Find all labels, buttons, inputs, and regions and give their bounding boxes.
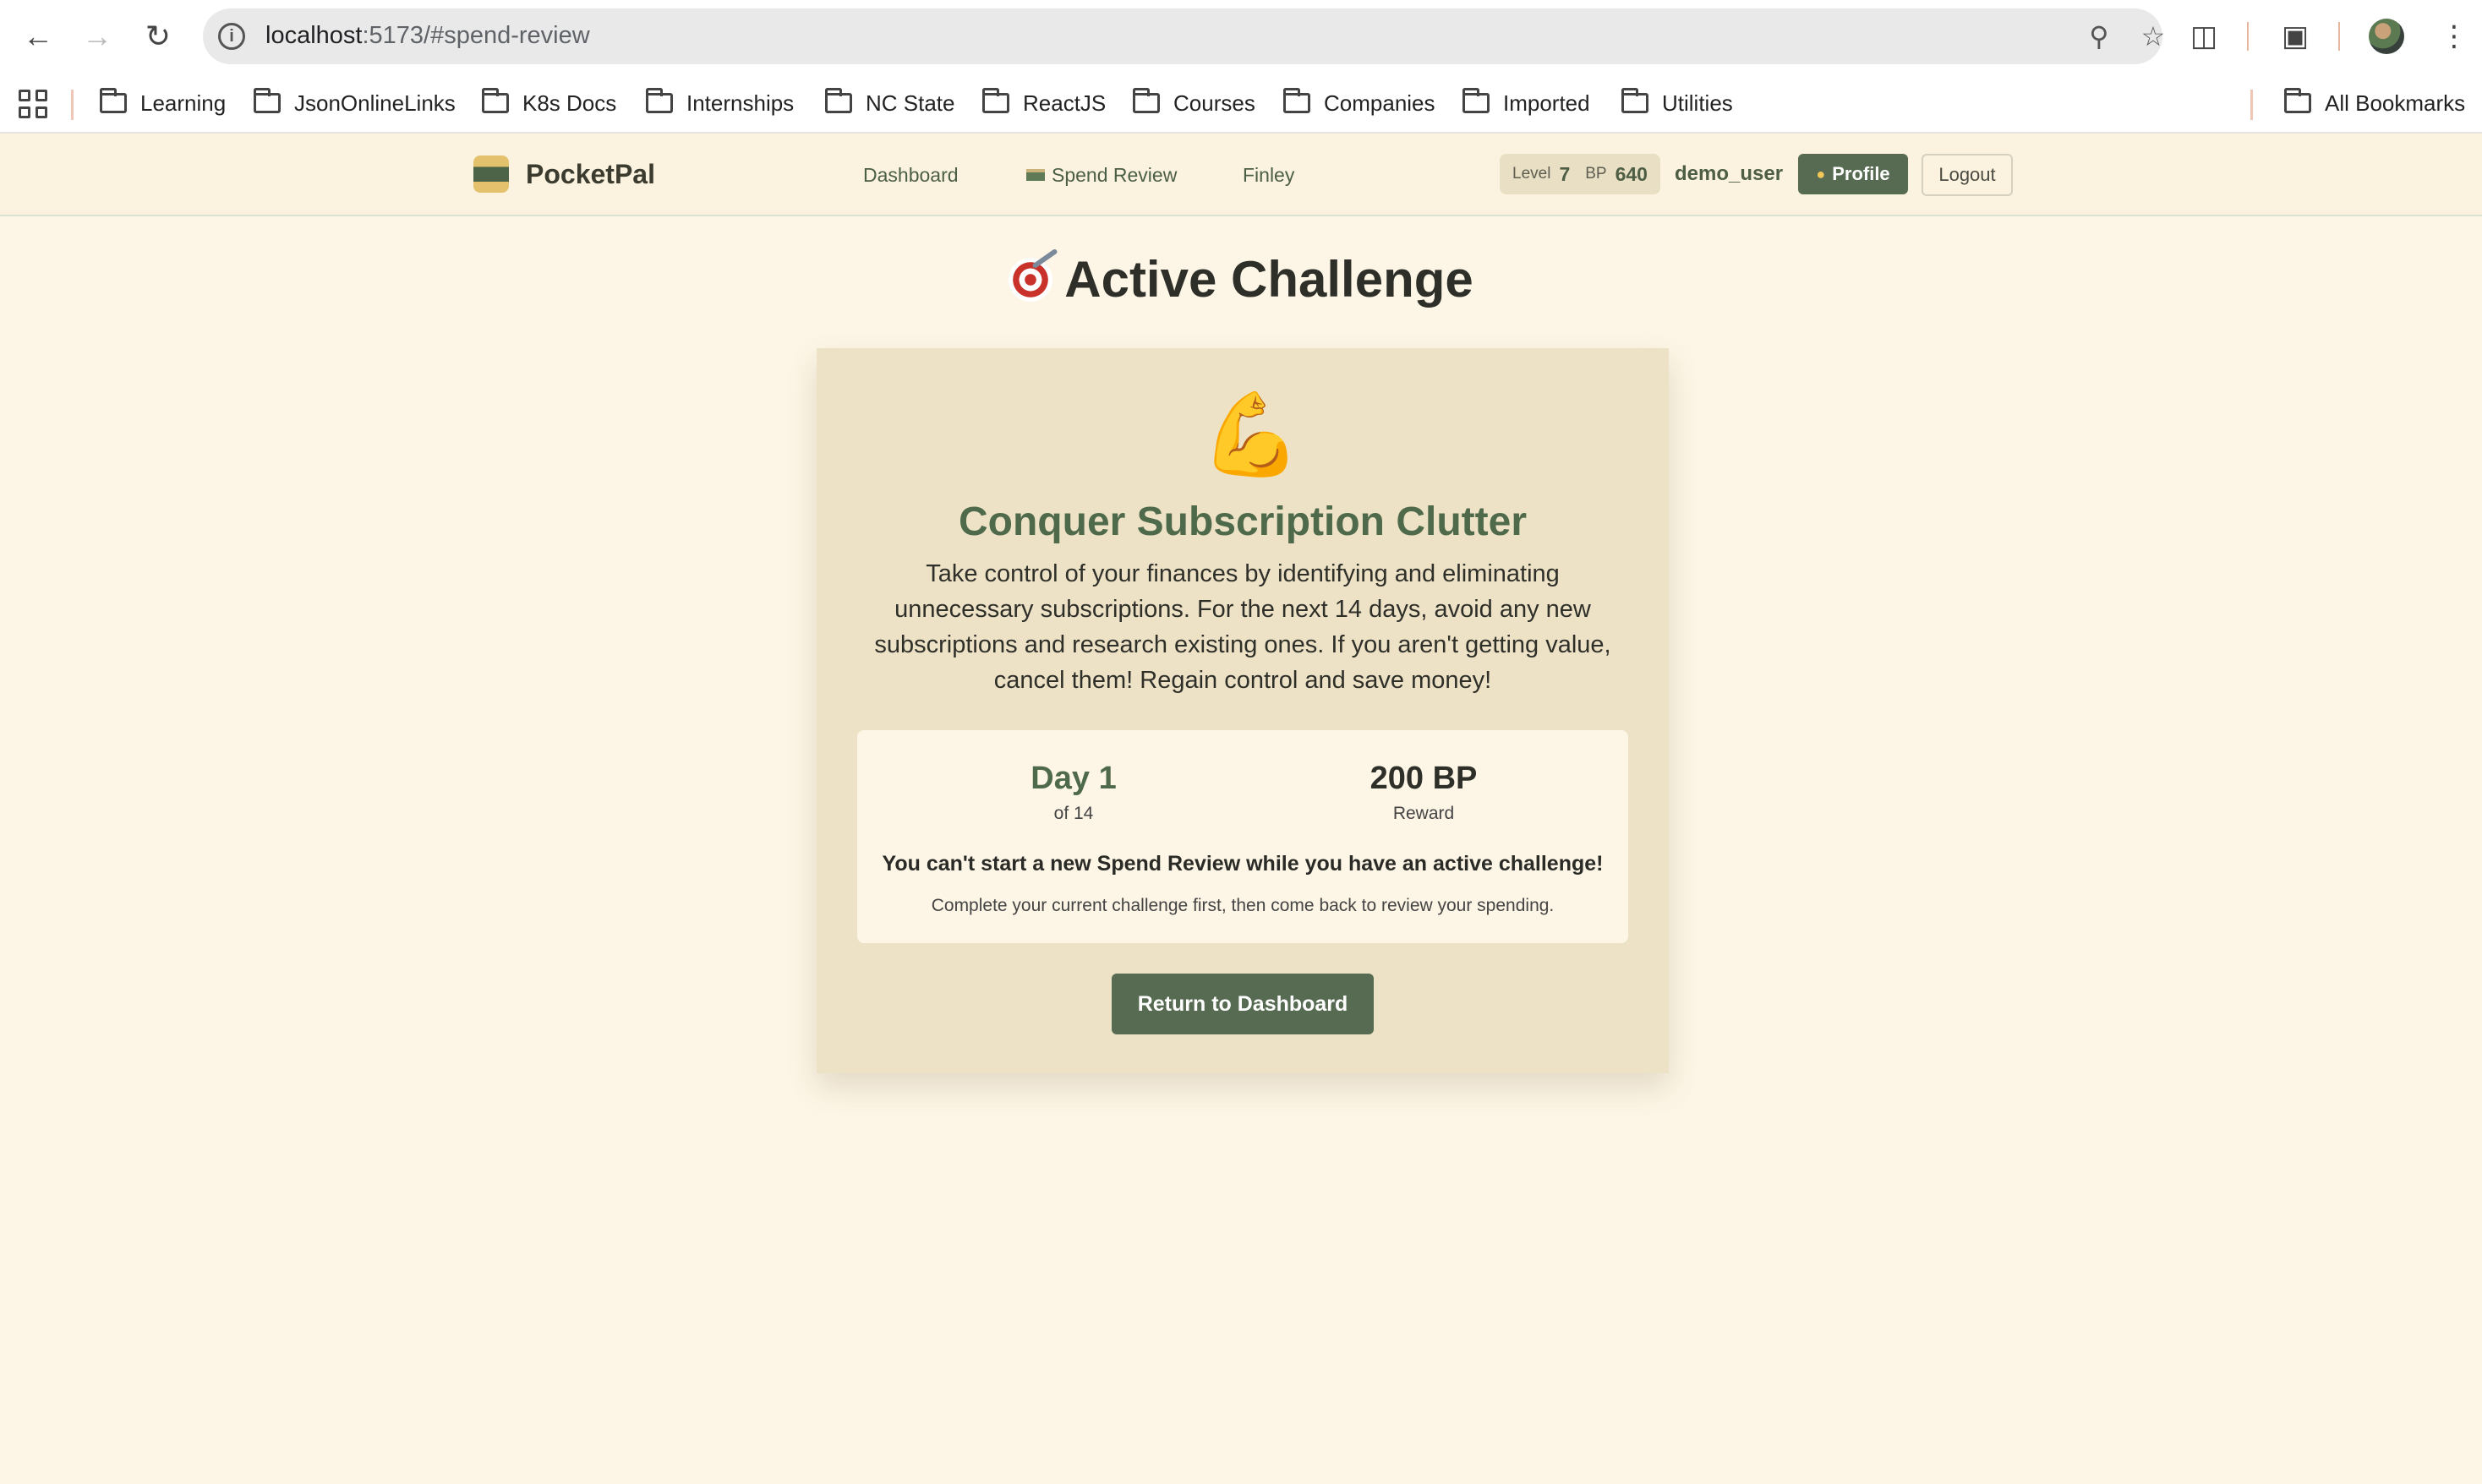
flexed-biceps-icon: 💪 (1200, 390, 1302, 480)
bookmark-folder[interactable]: Companies (1283, 88, 1435, 118)
bookmark-folder[interactable]: K8s Docs (482, 88, 616, 118)
menu-kebab-icon[interactable]: ⋮ (2433, 15, 2475, 57)
username: demo_user (1675, 162, 1784, 185)
target-icon (1009, 257, 1053, 302)
folder-icon (1283, 88, 1310, 113)
app-header: PocketPal Dashboard Spend Review Finley … (0, 134, 2482, 216)
folder-icon (482, 88, 509, 113)
browser-toolbar: ← → ↻ i localhost:5173/#spend-review ⚲ ☆… (0, 0, 2482, 73)
challenge-title: Conquer Subscription Clutter (959, 499, 1527, 544)
page-title: Active Challenge (0, 250, 2482, 308)
challenge-card: 💪 Conquer Subscription Clutter Take cont… (817, 348, 1669, 1073)
bookmarks-divider (2250, 90, 2253, 120)
zoom-icon[interactable]: ⚲ (2081, 19, 2117, 54)
bp-value: 640 (1615, 162, 1648, 185)
bookmark-folder[interactable]: Imported (1462, 88, 1590, 118)
back-icon[interactable]: ← (17, 15, 59, 57)
day-value: Day 1 (1031, 761, 1117, 796)
day-total: of 14 (1053, 804, 1094, 823)
bookmark-folder[interactable]: Learning (100, 88, 226, 118)
bookmarks-divider (71, 90, 74, 120)
pocketpal-logo-icon[interactable] (473, 155, 509, 193)
money-bag-icon: ● (1816, 165, 1826, 183)
profile-avatar[interactable] (2369, 19, 2404, 54)
toolbar-divider (2247, 22, 2249, 51)
profile-button[interactable]: ● Profile (1798, 154, 1908, 194)
folder-icon (254, 88, 281, 113)
warning-detail: Complete your current challenge first, t… (931, 896, 1555, 915)
toolbar-divider (2338, 22, 2340, 51)
reward-value: 200 BP (1369, 761, 1478, 796)
bookmarks-bar: Learning JsonOnlineLinks K8s Docs Intern… (0, 73, 2482, 134)
return-to-dashboard-button[interactable]: Return to Dashboard (1112, 974, 1374, 1034)
url-text[interactable]: localhost:5173/#spend-review (265, 22, 590, 50)
bookmark-folder[interactable]: JsonOnlineLinks (254, 88, 456, 118)
level-value: 7 (1559, 162, 1571, 185)
active-challenge-warning: You can't start a new Spend Review while… (882, 852, 1604, 876)
bookmark-folder[interactable]: Courses (1133, 88, 1255, 118)
bookmark-star-icon[interactable]: ☆ (2135, 19, 2171, 54)
bookmark-folder[interactable]: NC State (825, 88, 955, 118)
extensions-icon[interactable]: ◫ (2183, 15, 2225, 57)
challenge-description: Take control of your finances by identif… (874, 560, 1611, 694)
folder-icon (1133, 88, 1160, 113)
bp-label: BP (1585, 165, 1607, 183)
site-info-icon[interactable]: i (218, 23, 245, 50)
folder-icon (1621, 88, 1648, 113)
credit-card-icon (1026, 169, 1045, 181)
folder-icon (646, 88, 673, 113)
brand-name[interactable]: PocketPal (526, 159, 655, 190)
tab-search-icon[interactable]: ▣ (2274, 15, 2316, 57)
apps-grid-icon[interactable] (19, 90, 47, 118)
nav-dashboard[interactable]: Dashboard (863, 164, 959, 187)
logout-button[interactable]: Logout (1922, 154, 2013, 196)
reload-icon[interactable]: ↻ (137, 15, 179, 57)
level-bp-badge: Level 7 BP 640 (1500, 154, 1660, 194)
bookmark-folder[interactable]: Utilities (1621, 88, 1733, 118)
folder-icon (825, 88, 852, 113)
folder-icon (2284, 88, 2311, 113)
address-bar[interactable]: i localhost:5173/#spend-review ⚲ ☆ (203, 8, 2165, 64)
forward-icon[interactable]: → (76, 15, 118, 57)
level-label: Level (1512, 165, 1551, 183)
reward-stat: 200 BP Reward (1314, 761, 1533, 824)
day-stat: Day 1 of 14 (964, 761, 1184, 824)
folder-icon (100, 88, 127, 113)
bookmark-folder[interactable]: ReactJS (982, 88, 1106, 118)
folder-icon (1462, 88, 1490, 113)
challenge-status-box: Day 1 of 14 200 BP Reward You can't star… (857, 730, 1628, 943)
all-bookmarks[interactable]: All Bookmarks (2284, 88, 2465, 118)
nav-finley[interactable]: Finley (1243, 164, 1294, 187)
bookmark-folder[interactable]: Internships (646, 88, 794, 118)
nav-spend-review[interactable]: Spend Review (1026, 164, 1177, 187)
reward-label: Reward (1392, 804, 1455, 823)
folder-icon (982, 88, 1009, 113)
